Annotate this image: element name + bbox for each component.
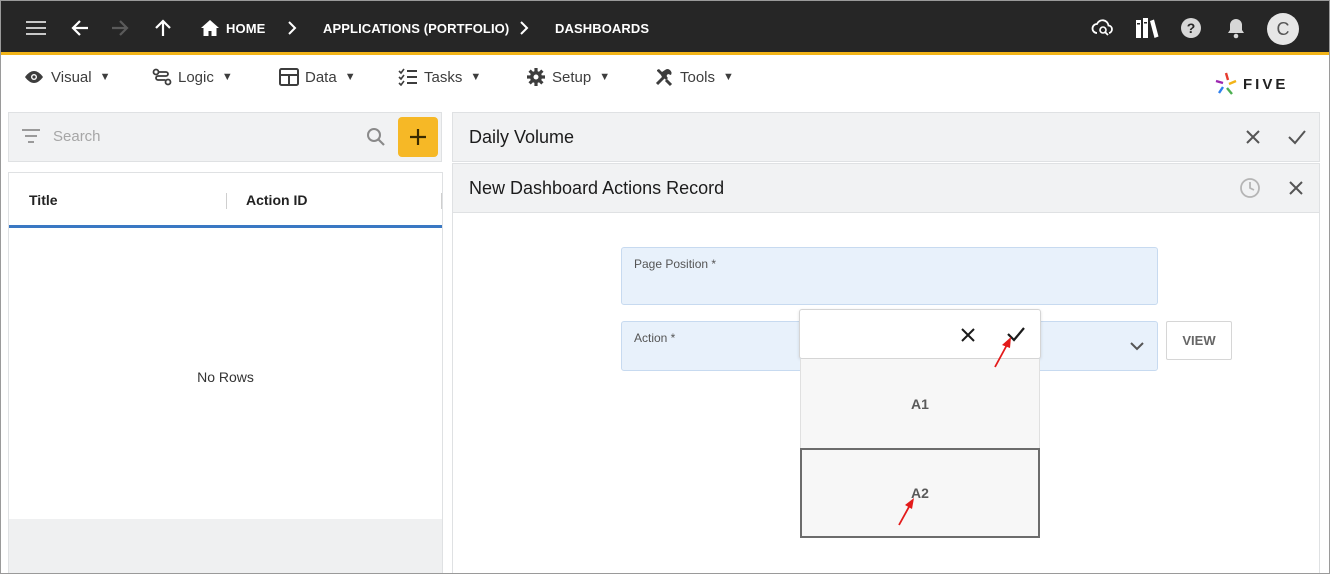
check-icon[interactable] [1282, 113, 1312, 161]
breadcrumb-applications[interactable]: APPLICATIONS (PORTFOLIO) [323, 1, 509, 55]
parent-record-title: Daily Volume [469, 127, 575, 147]
breadcrumb-chevron-icon [519, 1, 529, 55]
annotation-arrow-icon [994, 337, 1011, 368]
add-record-button[interactable] [398, 117, 438, 157]
gear-icon [527, 68, 545, 86]
plus-icon [410, 129, 426, 145]
grid-header: Title Action ID [9, 173, 442, 228]
library-books-icon[interactable] [1133, 1, 1161, 55]
close-form-icon[interactable] [1281, 164, 1311, 212]
list-search-bar[interactable]: Search [8, 112, 442, 162]
chevron-down-icon[interactable] [1130, 341, 1144, 351]
parent-record-header: Daily Volume [452, 112, 1320, 162]
dropdown-caret-icon: ▼ [599, 71, 611, 83]
dropdown-caret-icon: ▼ [470, 71, 482, 83]
logo-text: FIVE [1243, 75, 1289, 93]
five-logo: FIVE [1214, 72, 1288, 96]
column-header-title[interactable]: Title [29, 192, 58, 208]
tools-icon [655, 69, 673, 87]
menu-tasks[interactable]: Tasks ▼ [398, 62, 481, 92]
breadcrumb-dashboards[interactable]: DASHBOARDS [555, 1, 649, 55]
menu-visual[interactable]: Visual ▼ [23, 62, 110, 92]
menu-setup-label: Setup [552, 68, 592, 86]
dropdown-caret-icon: ▼ [99, 71, 111, 83]
menu-data[interactable]: Data ▼ [279, 62, 356, 92]
empty-state-text: No Rows [197, 369, 254, 385]
menu-visual-label: Visual [51, 68, 92, 86]
view-button[interactable]: VIEW [1166, 321, 1232, 360]
five-star-logo-icon [1215, 72, 1237, 95]
forward-arrow-icon[interactable] [107, 1, 133, 55]
filter-icon[interactable] [22, 129, 40, 143]
up-arrow-icon[interactable] [151, 1, 175, 55]
dropdown-caret-icon: ▼ [344, 71, 356, 83]
menu-data-label: Data [305, 68, 337, 86]
back-arrow-icon[interactable] [67, 1, 93, 55]
grid-footer [9, 519, 442, 573]
form-header: New Dashboard Actions Record [452, 163, 1320, 213]
hamburger-menu-icon[interactable] [21, 1, 51, 55]
notification-bell-icon[interactable] [1223, 1, 1249, 55]
menu-bar: Visual ▼ Logic ▼ Data ▼ Tasks ▼ Setup ▼ … [1, 58, 1329, 104]
help-icon[interactable]: ? [1178, 1, 1204, 55]
action-label: Action * [634, 331, 676, 345]
menu-setup[interactable]: Setup ▼ [526, 62, 610, 92]
page-position-label: Page Position * [634, 257, 717, 271]
cloud-search-icon[interactable] [1089, 1, 1117, 55]
breadcrumb-home[interactable]: HOME [226, 1, 265, 55]
history-clock-icon[interactable] [1235, 164, 1265, 212]
dropdown-caret-icon: ▼ [221, 71, 233, 83]
menu-logic[interactable]: Logic ▼ [152, 62, 233, 92]
home-icon[interactable] [200, 1, 220, 55]
annotation-arrow-icon [898, 498, 914, 526]
top-bar: HOME APPLICATIONS (PORTFOLIO) DASHBOARDS… [1, 1, 1329, 55]
search-icon[interactable] [366, 127, 386, 147]
page-position-field[interactable]: Page Position * [621, 247, 1158, 305]
breadcrumb-chevron-icon [287, 1, 297, 55]
menu-tools-label: Tools [680, 68, 716, 86]
app-window: HOME APPLICATIONS (PORTFOLIO) DASHBOARDS… [0, 0, 1330, 574]
dropdown-option-a1[interactable]: A1 [800, 359, 1040, 449]
eye-icon [25, 71, 43, 83]
user-avatar[interactable]: C [1267, 13, 1299, 45]
menu-tools[interactable]: Tools ▼ [654, 62, 734, 92]
search-input-placeholder[interactable]: Search [53, 128, 101, 145]
clear-selection-icon[interactable] [960, 327, 976, 343]
dropdown-caret-icon: ▼ [723, 71, 734, 83]
close-icon[interactable] [1238, 113, 1268, 161]
logic-icon [152, 68, 172, 86]
records-grid: Title Action ID No Rows [8, 172, 443, 573]
table-icon [279, 68, 299, 86]
svg-text:?: ? [1187, 20, 1196, 36]
menu-logic-label: Logic [178, 68, 214, 86]
menu-tasks-label: Tasks [424, 68, 463, 86]
checklist-icon [398, 68, 417, 86]
column-divider[interactable] [441, 193, 442, 209]
column-divider[interactable] [226, 193, 227, 209]
column-header-action-id[interactable]: Action ID [246, 192, 307, 208]
form-title: New Dashboard Actions Record [469, 178, 725, 198]
